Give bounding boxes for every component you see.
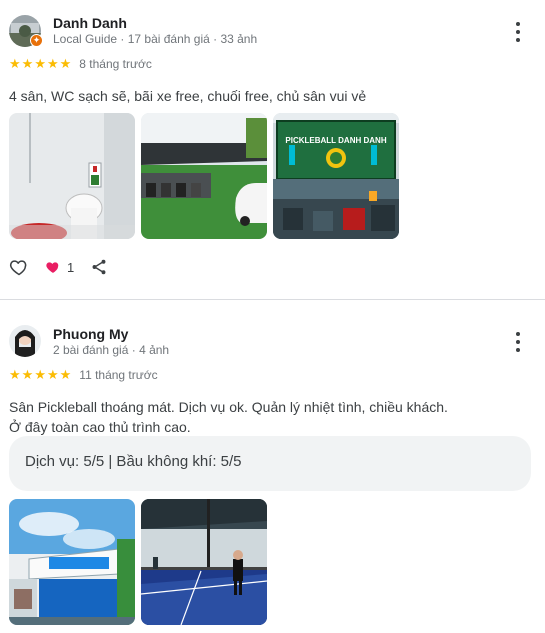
- review-date: 11 tháng trước: [79, 368, 158, 382]
- review-text: Sân Pickleball thoáng mát. Dịch vụ ok. Q…: [9, 397, 529, 437]
- share-icon: [92, 259, 106, 275]
- review-photo-exterior[interactable]: [9, 499, 135, 625]
- reviewer-meta: 2 bài đánh giá · 4 ảnh: [53, 343, 170, 357]
- review-photo-parking[interactable]: [141, 113, 267, 239]
- like-button[interactable]: [9, 257, 29, 277]
- local-guide-badge-icon: ✦: [30, 34, 43, 47]
- star-icon: ★: [59, 56, 72, 71]
- star-icon: ★: [59, 367, 72, 382]
- star-icon: ★: [9, 56, 21, 71]
- star-rating: ★ ★ ★ ★ ★ 8 tháng trước: [9, 57, 152, 72]
- like-count-button[interactable]: 1: [45, 259, 74, 275]
- review-divider: [0, 299, 545, 300]
- more-options-icon[interactable]: [513, 22, 523, 42]
- review-text-line: Sân Pickleball thoáng mát. Dịch vụ ok. Q…: [9, 399, 448, 415]
- share-button[interactable]: [90, 258, 108, 276]
- review-actions: 1: [9, 257, 108, 277]
- star-icon: ★: [21, 56, 34, 71]
- reviewer-name[interactable]: Phuong My: [53, 326, 128, 342]
- stars: ★ ★ ★ ★ ★: [9, 57, 71, 71]
- court-sign-text: PICKLEBALL DANH DANH: [285, 136, 386, 145]
- star-icon: ★: [46, 56, 59, 71]
- review-date: 8 tháng trước: [79, 57, 152, 71]
- like-count: 1: [67, 259, 75, 275]
- star-icon: ★: [34, 56, 46, 71]
- review-text-line: Ở đây toàn cao thủ trình cao.: [9, 419, 191, 435]
- star-icon: ★: [46, 367, 59, 382]
- review-photo-court[interactable]: [141, 499, 267, 625]
- reviewer-meta: Local Guide · 17 bài đánh giá · 33 ảnh: [53, 32, 258, 46]
- review-text: 4 sân, WC sạch sẽ, bãi xe free, chuối fr…: [9, 88, 367, 104]
- star-rating: ★ ★ ★ ★ ★ 11 tháng trước: [9, 368, 158, 383]
- avatar[interactable]: [9, 325, 41, 357]
- review-attributes: Dịch vụ: 5/5 | Bầu không khí: 5/5: [9, 436, 531, 491]
- review-card: ✦ Danh Danh Local Guide · 17 bài đánh gi…: [0, 0, 545, 300]
- review-card: Phuong My 2 bài đánh giá · 4 ảnh ★ ★ ★ ★…: [0, 301, 545, 633]
- more-options-icon[interactable]: [513, 332, 523, 352]
- review-photo-court-sign[interactable]: PICKLEBALL DANH DANH: [273, 113, 399, 239]
- heart-outline-icon: [9, 260, 27, 276]
- heart-filled-icon: [46, 262, 59, 273]
- review-photos: [9, 499, 267, 625]
- review-photo-restroom[interactable]: [9, 113, 135, 239]
- star-icon: ★: [9, 367, 21, 382]
- review-photos: PICKLEBALL DANH DANH: [9, 113, 399, 239]
- star-icon: ★: [34, 367, 46, 382]
- reviewer-name[interactable]: Danh Danh: [53, 15, 127, 31]
- star-icon: ★: [21, 367, 34, 382]
- stars: ★ ★ ★ ★ ★: [9, 368, 71, 382]
